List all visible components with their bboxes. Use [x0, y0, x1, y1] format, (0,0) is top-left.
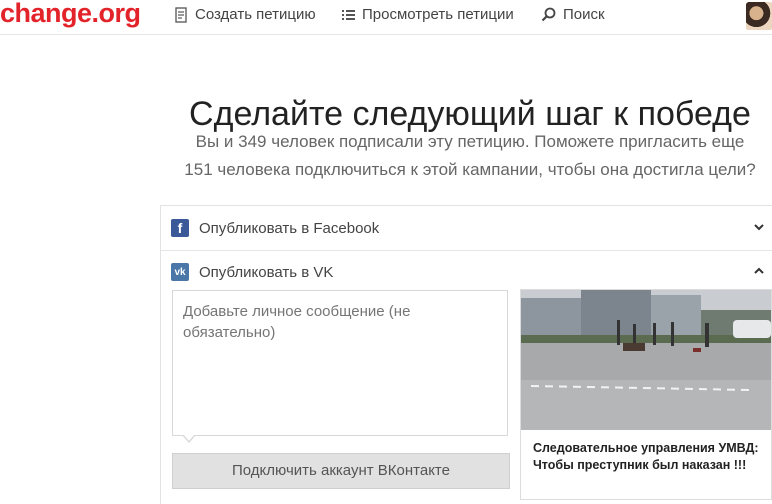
list-icon	[342, 9, 355, 21]
share-facebook-row[interactable]: f Опубликовать в Facebook	[161, 206, 772, 251]
subtitle-line-2: 151 человека подключиться к этой кампани…	[184, 160, 756, 179]
nav-search-label: Поиск	[563, 6, 605, 23]
subtitle-line-1: Вы и 349 человек подписали эту петицию. …	[195, 132, 745, 151]
share-vk-row[interactable]: vk Опубликовать в VK	[161, 250, 772, 294]
post-preview-card: Следовательное управления УМВД: Чтобы пр…	[520, 289, 772, 500]
vk-label: Опубликовать в VK	[199, 263, 334, 281]
connect-vk-button[interactable]: Подключить аккаунт ВКонтакте	[172, 453, 510, 489]
nav-search[interactable]: Поиск	[541, 6, 605, 23]
facebook-icon: f	[171, 219, 189, 237]
user-avatar[interactable]	[746, 2, 772, 30]
personal-message-input[interactable]	[172, 290, 508, 436]
top-header: change.org Создать петицию Просмотреть п…	[0, 0, 772, 35]
nav-create-petition[interactable]: Создать петицию	[174, 6, 316, 23]
nav-create-label: Создать петицию	[195, 6, 316, 23]
document-icon	[174, 6, 188, 23]
change-org-logo[interactable]: change.org	[0, 0, 141, 29]
preview-caption: Следовательное управления УМВД: Чтобы пр…	[533, 441, 759, 472]
vk-icon: vk	[171, 263, 189, 281]
message-bubble-tail-inner	[183, 434, 195, 441]
nav-browse-label: Просмотреть петиции	[362, 6, 514, 23]
page-subtitle: Вы и 349 человек подписали эту петицию. …	[0, 128, 772, 184]
search-icon	[541, 7, 556, 22]
nav-browse-petitions[interactable]: Просмотреть петиции	[342, 6, 514, 23]
facebook-label: Опубликовать в Facebook	[199, 219, 380, 237]
preview-photo	[521, 290, 771, 430]
chevron-down-icon	[753, 220, 765, 238]
chevron-up-icon	[753, 264, 765, 282]
